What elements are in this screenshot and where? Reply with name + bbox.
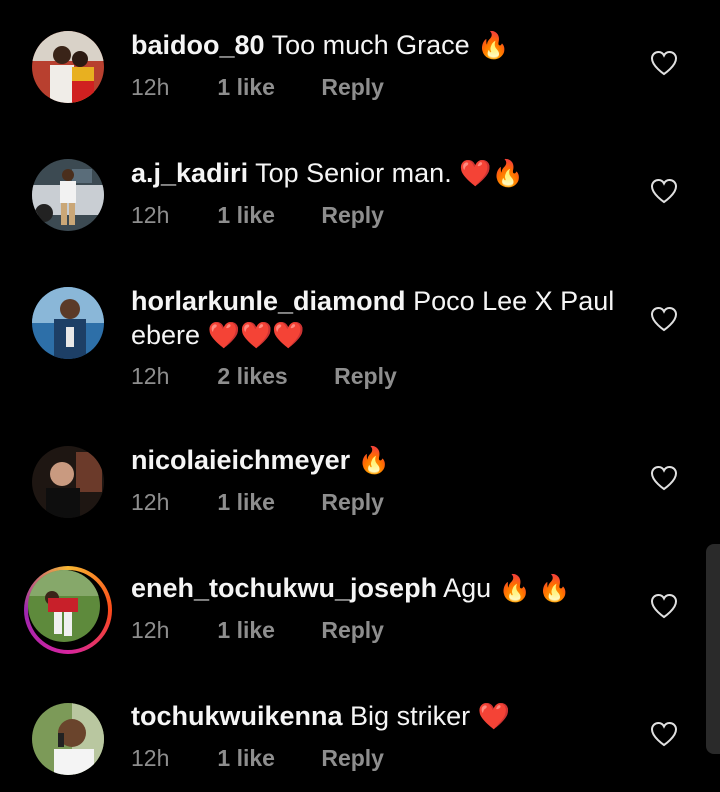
comment-emoji: ❤️🔥 — [459, 158, 524, 188]
scrollbar[interactable] — [706, 544, 720, 754]
heart-outline-icon[interactable] — [650, 306, 678, 332]
comment-body: Poco Lee X Paul — [413, 286, 615, 316]
comment-time: 12h — [131, 74, 170, 100]
comment-emoji: 🔥 — [477, 30, 510, 60]
comment-body: Agu — [443, 573, 492, 603]
comment-meta: 12h 1 like Reply — [131, 745, 384, 772]
comment-username[interactable]: baidoo_80 — [131, 30, 265, 60]
heart-outline-icon[interactable] — [650, 721, 678, 747]
comment-text: eneh_tochukwu_joseph Agu 🔥 🔥 — [131, 571, 631, 605]
heart-outline-icon[interactable] — [650, 178, 678, 204]
comment-body: Top Senior man. — [255, 158, 452, 188]
comment-meta: 12h 1 like Reply — [131, 202, 384, 229]
comment-time: 12h — [131, 617, 170, 643]
comment-meta: 12h 1 like Reply — [131, 617, 384, 644]
comment-emoji: 🔥 🔥 — [498, 573, 571, 603]
reply-button[interactable]: Reply — [334, 363, 397, 390]
comment-text: nicolaieichmeyer 🔥 — [131, 443, 631, 477]
comment-body: Too much Grace — [271, 30, 470, 60]
comment-time: 12h — [131, 489, 170, 515]
avatar[interactable] — [32, 31, 104, 103]
reply-button[interactable]: Reply — [321, 74, 384, 101]
comment-text: baidoo_80 Too much Grace 🔥 — [131, 28, 631, 62]
comment-text: a.j_kadiri Top Senior man. ❤️🔥 — [131, 156, 631, 190]
reply-button[interactable]: Reply — [321, 745, 384, 772]
reply-button[interactable]: Reply — [321, 202, 384, 229]
reply-button[interactable]: Reply — [321, 489, 384, 516]
comment-emoji: ❤️ — [477, 701, 510, 731]
avatar — [28, 570, 100, 642]
avatar[interactable] — [32, 703, 104, 775]
comment-emoji: ❤️❤️❤️ — [207, 320, 305, 350]
comment-likes[interactable]: 1 like — [217, 617, 275, 644]
comment-body-continued: ebere — [131, 320, 201, 350]
heart-outline-icon[interactable] — [650, 465, 678, 491]
comment-likes[interactable]: 1 like — [217, 202, 275, 229]
comment-username[interactable]: nicolaieichmeyer — [131, 445, 350, 475]
avatar[interactable] — [32, 287, 104, 359]
comment-meta: 12h 1 like Reply — [131, 489, 384, 516]
avatar[interactable] — [32, 159, 104, 231]
avatar[interactable] — [32, 446, 104, 518]
comment-text: horlarkunle_diamond Poco Lee X Paul eber… — [131, 284, 631, 352]
comment-emoji: 🔥 — [357, 445, 391, 475]
heart-outline-icon[interactable] — [650, 50, 678, 76]
comment-body: Big striker — [350, 701, 471, 731]
comment-likes[interactable]: 1 like — [217, 745, 275, 772]
comment-username[interactable]: horlarkunle_diamond — [131, 286, 406, 316]
avatar-story-ring[interactable] — [24, 566, 112, 654]
comment-likes[interactable]: 2 likes — [217, 363, 287, 390]
comment-meta: 12h 1 like Reply — [131, 74, 384, 101]
comment-username[interactable]: tochukwuikenna — [131, 701, 343, 731]
comment-time: 12h — [131, 363, 170, 389]
comment-username[interactable]: eneh_tochukwu_joseph — [131, 573, 437, 603]
reply-button[interactable]: Reply — [321, 617, 384, 644]
comment-time: 12h — [131, 745, 170, 771]
heart-outline-icon[interactable] — [650, 593, 678, 619]
comment-time: 12h — [131, 202, 170, 228]
comment-text: tochukwuikenna Big striker ❤️ — [131, 699, 631, 733]
comment-username[interactable]: a.j_kadiri — [131, 158, 248, 188]
comment-likes[interactable]: 1 like — [217, 74, 275, 101]
comment-likes[interactable]: 1 like — [217, 489, 275, 516]
comment-meta: 12h 2 likes Reply — [131, 363, 397, 390]
